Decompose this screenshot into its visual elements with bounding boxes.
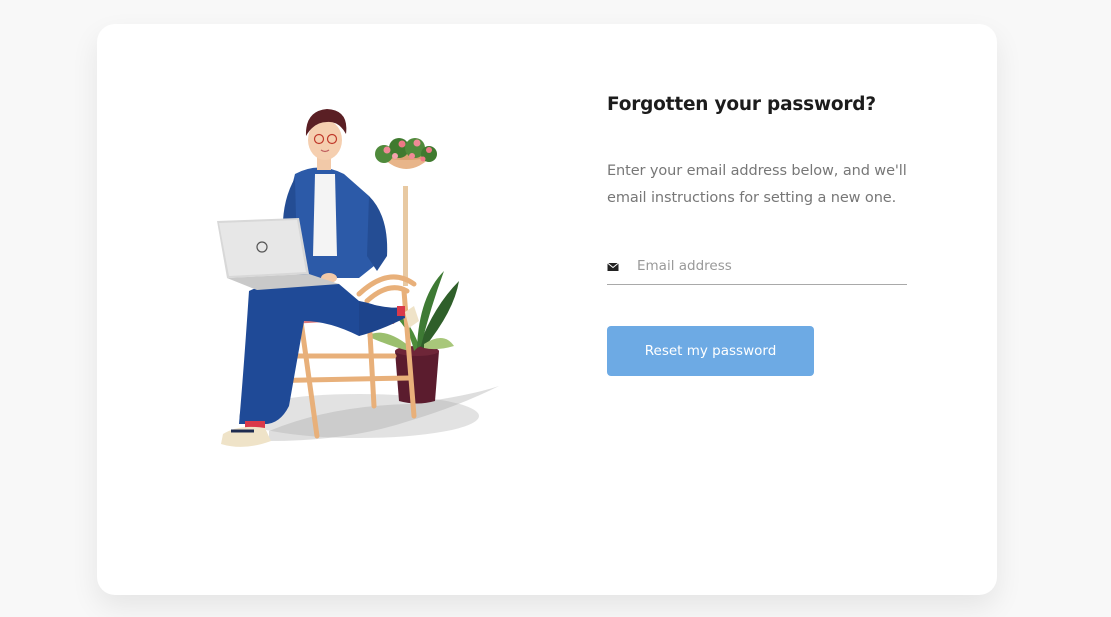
flower-stand	[378, 148, 434, 286]
person-with-laptop-illustration	[217, 109, 499, 447]
page-title: Forgotten your password?	[607, 94, 876, 115]
envelope-icon	[607, 262, 619, 271]
email-input[interactable]	[637, 255, 887, 277]
reset-password-button[interactable]: Reset my password	[607, 326, 814, 376]
instructions-text: Enter your email address below, and we'l…	[607, 163, 907, 206]
email-field	[607, 255, 907, 285]
password-reset-card: Forgotten your password? Enter your emai…	[97, 24, 997, 595]
